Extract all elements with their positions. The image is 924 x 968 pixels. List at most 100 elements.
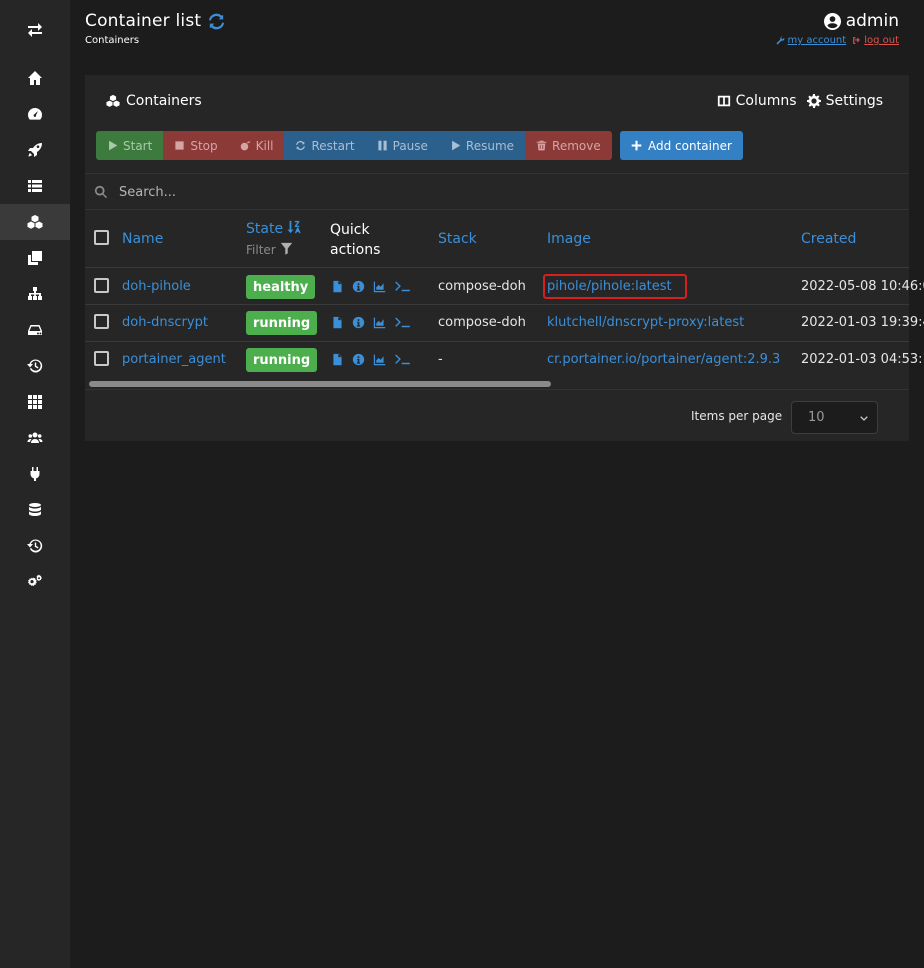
highlight-box: [543, 274, 687, 299]
console-terminal-icon[interactable]: [394, 316, 411, 329]
search-bar: [85, 173, 909, 210]
add-container-button[interactable]: Add container: [620, 131, 743, 160]
created-date: 2022-01-03 04:53:12: [801, 352, 924, 367]
created-date: 2022-01-03 19:39:45: [801, 315, 924, 330]
columns-button[interactable]: Columns: [717, 93, 797, 109]
sort-alpha-icon: [287, 220, 301, 238]
kill-button[interactable]: Kill: [228, 131, 285, 160]
my-account-link[interactable]: my account: [776, 35, 846, 46]
images-clone-icon[interactable]: [0, 240, 70, 276]
log-out-link[interactable]: log out: [852, 35, 899, 46]
container-name-link[interactable]: doh-pihole: [122, 279, 191, 294]
items-per-page-select[interactable]: 10: [791, 401, 878, 434]
console-terminal-icon[interactable]: [394, 280, 411, 293]
table-header: Name State Filter Quick actions Stack Im…: [85, 210, 909, 268]
home-icon[interactable]: [0, 60, 70, 96]
containers-cubes-icon[interactable]: [0, 204, 70, 240]
refresh-icon[interactable]: [207, 12, 226, 35]
switch-endpoint-icon[interactable]: [0, 12, 70, 48]
containers-panel: Containers Columns Settings Start Stop K…: [85, 75, 924, 441]
select-all-checkbox[interactable]: [94, 230, 109, 245]
console-terminal-icon[interactable]: [394, 353, 411, 366]
users-icon[interactable]: [0, 420, 70, 456]
settings-button[interactable]: Settings: [806, 93, 883, 109]
inspect-info-icon[interactable]: [352, 353, 365, 366]
quick-actions: [331, 353, 411, 366]
stop-button[interactable]: Stop: [163, 131, 229, 160]
pause-button[interactable]: Pause: [365, 131, 439, 160]
restart-button[interactable]: Restart: [284, 131, 366, 160]
image-link[interactable]: cr.portainer.io/portainer/agent:2.9.3: [547, 352, 780, 367]
networks-sitemap-icon[interactable]: [0, 276, 70, 312]
container-name-link[interactable]: doh-dnscrypt: [122, 315, 208, 330]
column-header-name[interactable]: Name: [122, 231, 163, 247]
column-header-stack[interactable]: Stack: [438, 231, 477, 247]
sidebar: [0, 0, 70, 968]
sign-out-icon: [853, 37, 861, 44]
user-info: admin: [823, 11, 899, 31]
pause-icon: [378, 140, 387, 151]
start-button[interactable]: Start: [96, 131, 164, 160]
stack-name: compose-doh: [438, 279, 526, 294]
stats-area-chart-icon[interactable]: [373, 280, 386, 293]
plus-icon: [631, 140, 642, 151]
stacks-list-icon[interactable]: [0, 168, 70, 204]
column-header-created[interactable]: Created: [801, 231, 856, 247]
state-filter[interactable]: Filter: [246, 242, 293, 258]
dashboard-icon[interactable]: [0, 96, 70, 132]
column-header-quick-actions: Quick actions: [330, 222, 381, 258]
logs-file-icon[interactable]: [331, 316, 344, 329]
cubes-icon: [106, 94, 120, 107]
container-name-link[interactable]: portainer_agent: [122, 352, 226, 367]
events-history-icon[interactable]: [0, 348, 70, 384]
table-row: doh-dnscrypt running compose-doh klutche…: [85, 305, 924, 342]
wrench-icon: [776, 36, 784, 45]
filter-icon: [280, 242, 293, 258]
search-icon: [94, 185, 108, 199]
refresh-icon: [296, 140, 306, 151]
stats-area-chart-icon[interactable]: [373, 353, 386, 366]
inspect-info-icon[interactable]: [352, 280, 365, 293]
gear-icon: [806, 94, 821, 108]
divider: [85, 389, 909, 390]
column-header-state[interactable]: State: [246, 220, 301, 238]
page-title: Container list: [85, 11, 202, 31]
columns-icon: [717, 95, 730, 107]
stop-icon: [175, 141, 184, 150]
remove-button[interactable]: Remove: [525, 131, 612, 160]
bomb-icon: [240, 140, 250, 151]
resume-button[interactable]: Resume: [438, 131, 526, 160]
volumes-hdd-icon[interactable]: [0, 312, 70, 348]
stack-name: -: [438, 352, 443, 367]
row-checkbox[interactable]: [94, 314, 109, 329]
play-icon: [451, 140, 461, 151]
row-checkbox[interactable]: [94, 351, 109, 366]
status-badge: running: [246, 348, 318, 372]
registries-database-icon[interactable]: [0, 492, 70, 528]
search-input[interactable]: [115, 180, 895, 204]
endpoints-plug-icon[interactable]: [0, 456, 70, 492]
panel-title: Containers: [106, 93, 202, 109]
trash-icon: [536, 140, 547, 151]
app-templates-rocket-icon[interactable]: [0, 132, 70, 168]
logs-file-icon[interactable]: [331, 280, 344, 293]
status-badge: running: [246, 311, 318, 335]
user-links: my account log out: [776, 35, 899, 46]
inspect-info-icon[interactable]: [352, 316, 365, 329]
row-checkbox[interactable]: [94, 278, 109, 293]
horizontal-scrollbar[interactable]: [89, 381, 551, 387]
username: admin: [845, 11, 899, 31]
column-header-image[interactable]: Image: [547, 231, 591, 247]
settings-cogs-icon[interactable]: [0, 564, 70, 600]
stats-area-chart-icon[interactable]: [373, 316, 386, 329]
items-per-page-label: Items per page: [691, 409, 783, 423]
quick-actions: [331, 316, 411, 329]
chevron-down-icon: [860, 416, 868, 421]
host-grid-icon[interactable]: [0, 384, 70, 420]
auth-logs-history-icon[interactable]: [0, 528, 70, 564]
status-badge: healthy: [246, 275, 316, 299]
image-link[interactable]: klutchell/dnscrypt-proxy:latest: [547, 315, 744, 330]
logs-file-icon[interactable]: [331, 353, 344, 366]
created-date: 2022-05-08 10:46:07: [801, 279, 924, 294]
table-row: doh-pihole healthy compose-doh pihole/pi…: [85, 268, 924, 305]
